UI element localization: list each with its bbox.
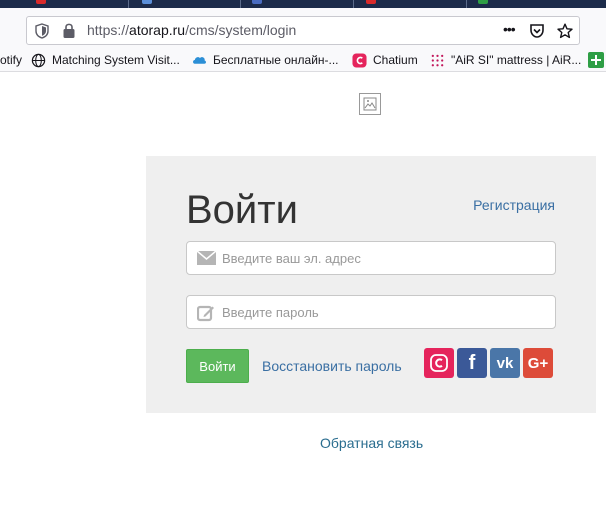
bookmark-item[interactable]: otify [0,52,22,68]
bookmark-label: "AiR SI" mattress | AiR... [451,53,582,67]
bookmark-item[interactable]: Matching System Visit... [31,52,180,68]
envelope-icon [196,250,217,271]
tab-favicon [142,0,152,4]
password-input[interactable] [222,296,547,328]
password-field[interactable] [186,295,556,329]
tab-strip [0,0,606,8]
register-link[interactable]: Регистрация [473,197,555,213]
email-field[interactable] [186,241,556,275]
bookmark-item[interactable]: Chatium [352,52,418,68]
cloud-icon [193,57,207,64]
login-button[interactable]: Войти [186,349,249,383]
tab-separator [466,0,467,8]
tab-separator [353,0,354,8]
bookmark-item[interactable]: Бесплатные онлайн-... [192,52,339,68]
edit-icon [196,304,215,327]
bookmark-item[interactable]: "AiR SI" mattress | AiR... [430,52,581,68]
restore-password-link[interactable]: Восстановить пароль [262,358,402,374]
chatium-login-button[interactable] [424,348,454,378]
tracking-shield-icon[interactable] [35,23,49,44]
google-plus-login-button[interactable]: G+ [523,348,553,378]
bookmark-label: Бесплатные онлайн-... [213,53,339,67]
vk-login-button[interactable]: vk [490,348,520,378]
tab-separator [128,0,129,8]
tab-favicon [366,0,376,4]
address-bar[interactable]: https://atorap.ru/cms/system/login ••• [26,16,580,45]
bookmark-star-icon[interactable] [557,23,573,44]
bookmark-label: otify [0,53,23,67]
bookmarks-toolbar: otify Matching System Visit... Бесплатны… [0,48,606,72]
email-input[interactable] [222,242,547,274]
tab-favicon [252,0,262,4]
facebook-login-button[interactable]: f [457,348,487,378]
chatium-icon [352,52,367,68]
google-plus-icon: G+ [527,354,549,372]
bookmark-label: Matching System Visit... [52,53,180,67]
bookmark-label: Chatium [373,53,418,67]
tab-separator [240,0,241,8]
pocket-icon[interactable] [529,23,545,44]
chatium-icon [430,354,448,372]
lock-icon[interactable] [62,22,76,44]
green-plus-icon [588,52,604,68]
nav-bar: https://atorap.ru/cms/system/login ••• [0,8,606,48]
vk-icon: vk [496,354,514,372]
url-text[interactable]: https://atorap.ru/cms/system/login [87,22,296,38]
tab-favicon [36,0,46,4]
page-actions-menu-icon[interactable]: ••• [503,21,516,37]
globe-icon [31,53,46,67]
login-panel: Войти Регистрация Войти Восстановить пар… [146,156,596,413]
dotted-logo-icon [431,54,444,66]
tab-favicon [478,0,488,4]
feedback-link[interactable]: Обратная связь [320,435,423,451]
bookmark-item[interactable] [588,52,606,68]
facebook-icon: f [468,351,476,374]
broken-image-icon [359,93,381,115]
page-title: Войти [186,188,298,232]
